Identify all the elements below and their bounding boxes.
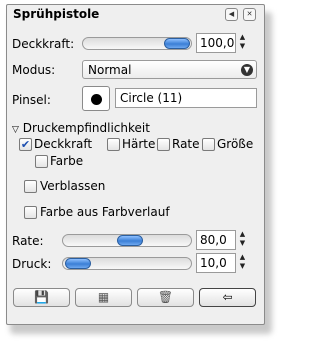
- pressure-slider-thumb[interactable]: [65, 258, 91, 269]
- pressure-slider[interactable]: [62, 257, 192, 270]
- delete-options-button[interactable]: 🗑: [137, 288, 194, 307]
- panel-titlebar: Sprühpistole ◀ ✕: [7, 5, 264, 23]
- brush-label: Pinsel:: [12, 93, 51, 107]
- brush-name-field[interactable]: Circle (11): [115, 88, 257, 108]
- rate-slider[interactable]: [62, 234, 192, 247]
- opacity-slider-thumb[interactable]: [164, 38, 190, 49]
- pressure-hardness-checkbox[interactable]: [107, 138, 120, 151]
- pressure-color-label: Farbe: [50, 154, 84, 168]
- pressure-label: Druck:: [12, 257, 52, 271]
- reset-icon: ⇦: [222, 290, 233, 304]
- rate-spinbox[interactable]: 80,0 ▲ ▼: [196, 230, 245, 250]
- pressure-color-checkbox[interactable]: [35, 155, 48, 168]
- expander-triangle-icon: ▽: [12, 125, 19, 135]
- close-icon[interactable]: ✕: [243, 8, 256, 21]
- brush-preview-button[interactable]: [82, 86, 110, 111]
- pressure-hardness-label: Härte: [122, 137, 156, 151]
- pressure-rate-label: Rate: [172, 137, 200, 151]
- mode-label: Modus:: [12, 63, 56, 77]
- save-options-button[interactable]: 💾: [13, 288, 70, 307]
- configure-icon[interactable]: ◀: [225, 8, 238, 21]
- pressure-size-label: Größe: [217, 137, 254, 151]
- delete-icon: 🗑: [157, 290, 174, 304]
- pressure-spinbox[interactable]: 10,0 ▲ ▼: [196, 253, 245, 273]
- panel-title: Sprühpistole: [13, 7, 100, 21]
- opacity-spinbox[interactable]: 100,0 ▲ ▼: [196, 33, 245, 53]
- gradient-label: Farbe aus Farbverlauf: [40, 205, 170, 219]
- opacity-slider[interactable]: [82, 37, 192, 50]
- pressure-opacity-label: Deckkraft: [34, 137, 93, 151]
- opacity-spin-arrows[interactable]: ▲ ▼: [236, 33, 249, 53]
- restore-options-button[interactable]: ▦: [75, 288, 132, 307]
- rate-slider-thumb[interactable]: [117, 235, 143, 246]
- reset-options-button[interactable]: ⇦: [199, 288, 256, 307]
- pressure-spin-arrows[interactable]: ▲ ▼: [236, 253, 249, 273]
- pressure-sensitivity-expander[interactable]: ▽ Druckempfindlichkeit: [12, 121, 150, 135]
- rate-value: 80,0: [200, 233, 227, 247]
- fade-label: Verblassen: [40, 179, 106, 193]
- airbrush-options-panel: Sprühpistole ◀ ✕ Deckkraft: 100,0 ▲ ▼ Mod…: [6, 4, 265, 325]
- mode-value: Normal: [88, 63, 132, 77]
- pressure-sensitivity-header: Druckempfindlichkeit: [22, 121, 150, 135]
- chevron-down-icon: ▼: [241, 64, 253, 76]
- fade-checkbox[interactable]: [24, 180, 37, 193]
- rate-label: Rate:: [12, 234, 44, 248]
- pressure-rate-checkbox[interactable]: [157, 138, 170, 151]
- rate-spin-arrows[interactable]: ▲ ▼: [236, 230, 249, 250]
- pressure-size-checkbox[interactable]: [202, 138, 215, 151]
- pressure-value: 10,0: [200, 256, 227, 270]
- brush-name: Circle (11): [120, 91, 183, 105]
- brush-circle-icon: [91, 94, 102, 105]
- mode-dropdown[interactable]: Normal ▼: [82, 60, 257, 79]
- opacity-label: Deckkraft:: [12, 37, 75, 51]
- save-icon: 💾: [34, 290, 49, 304]
- opacity-value: 100,0: [200, 36, 235, 50]
- gradient-checkbox[interactable]: [24, 206, 37, 219]
- restore-icon: ▦: [97, 290, 110, 304]
- pressure-opacity-checkbox[interactable]: ✔: [19, 138, 32, 151]
